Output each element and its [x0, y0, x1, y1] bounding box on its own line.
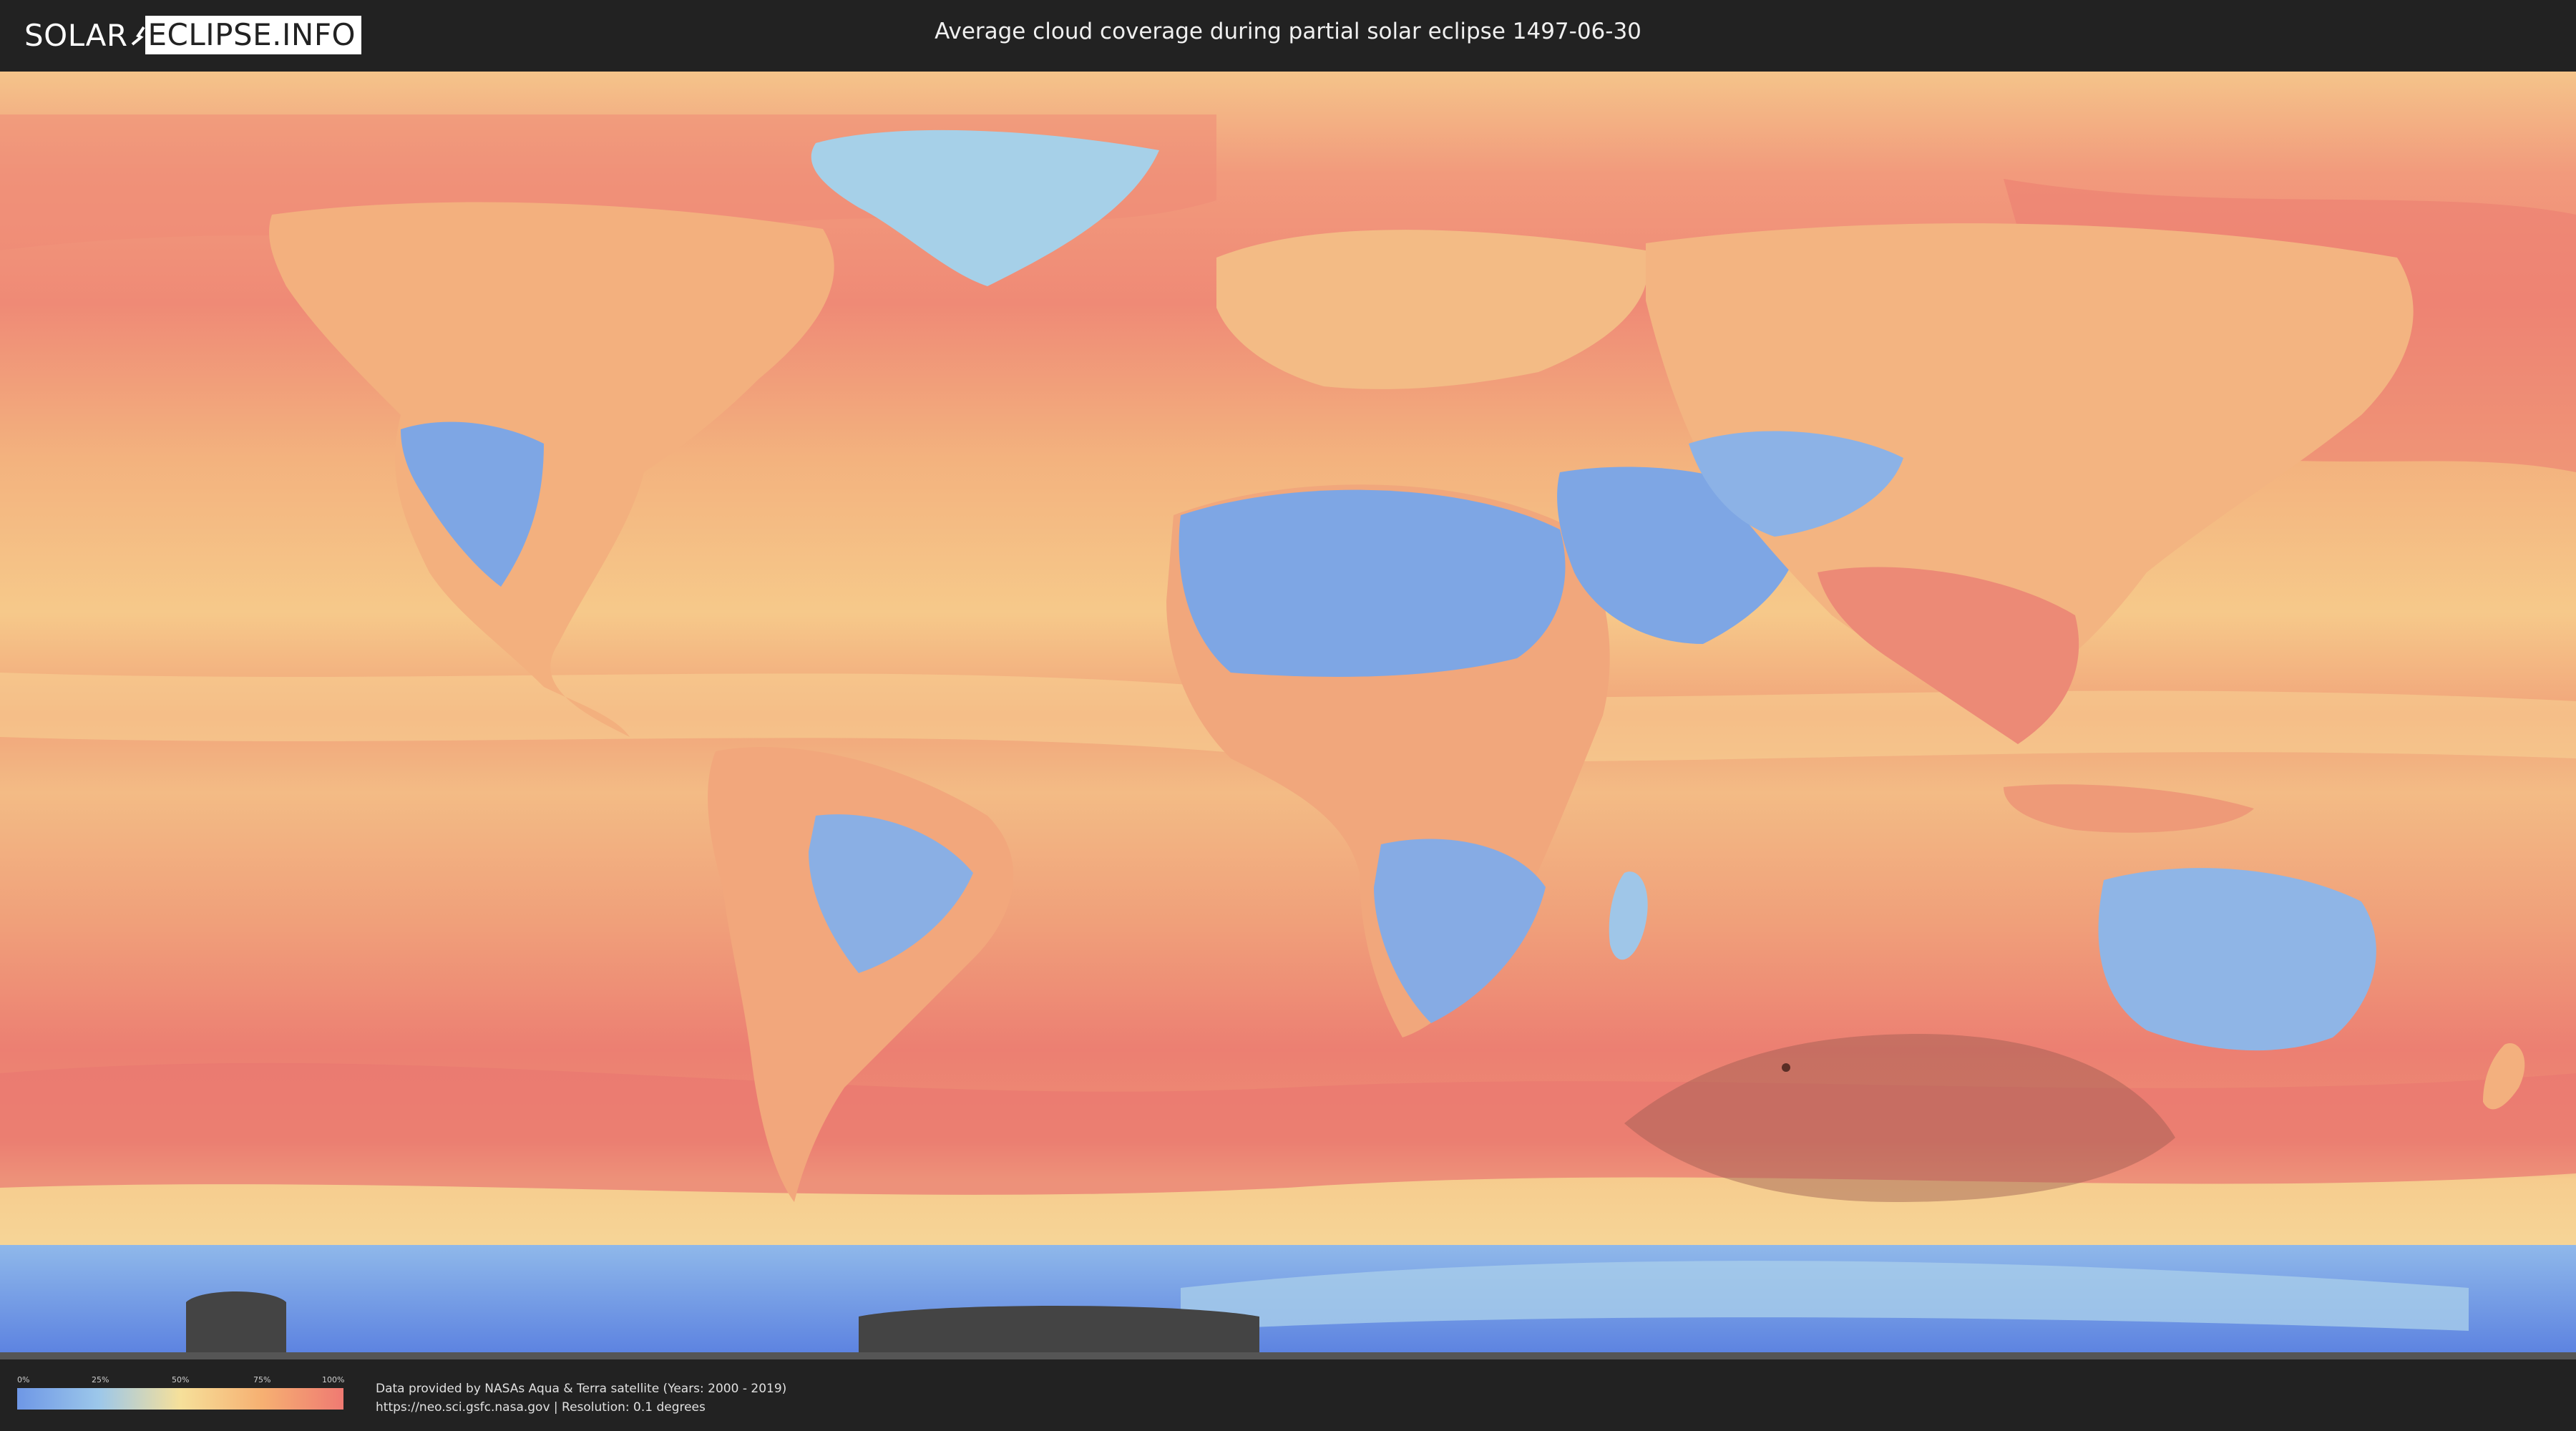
- footer-bar: 0% 25% 50% 75% 100% Data provided by NAS…: [0, 1359, 2576, 1431]
- legend-color-bar: [17, 1388, 343, 1410]
- cloud-coverage-legend: 0% 25% 50% 75% 100%: [17, 1375, 345, 1410]
- world-map-canvas: [0, 72, 2576, 1359]
- legend-tick-50: 50%: [172, 1375, 190, 1384]
- credit-line-url[interactable]: https://neo.sci.gsfc.nasa.gov | Resoluti…: [376, 1398, 786, 1417]
- credit-line-source: Data provided by NASAs Aqua & Terra sate…: [376, 1382, 787, 1396]
- no-data-area: [859, 1306, 1259, 1359]
- no-data-area: [186, 1291, 286, 1359]
- legend-tick-0: 0%: [17, 1375, 30, 1384]
- australia: [2098, 868, 2376, 1051]
- page-title: Average cloud coverage during partial so…: [935, 19, 1641, 44]
- cloud-coverage-map[interactable]: [0, 72, 2576, 1359]
- legend-tick-100: 100%: [322, 1375, 345, 1384]
- eclipse-max-marker: [1782, 1063, 1790, 1072]
- legend-tick-75: 75%: [253, 1375, 271, 1384]
- sahara-region: [1179, 489, 1566, 677]
- legend-tick-25: 25%: [92, 1375, 109, 1384]
- data-credits: Data provided by NASAs Aqua & Terra sate…: [376, 1379, 786, 1417]
- header-bar: SOLAR ECLIPSE.INFO Average cloud coverag…: [0, 0, 2576, 72]
- legend-ticks: 0% 25% 50% 75% 100%: [17, 1375, 345, 1388]
